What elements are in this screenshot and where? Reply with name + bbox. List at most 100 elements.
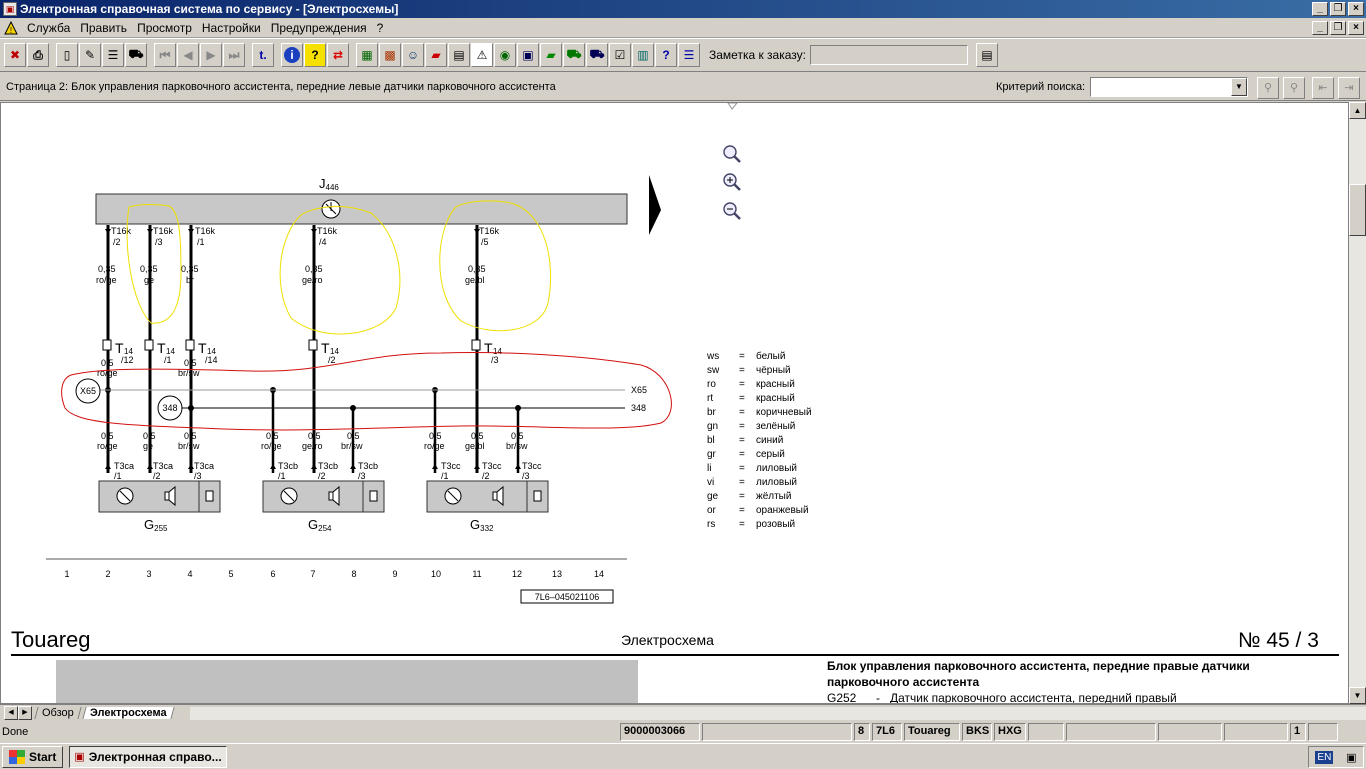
- first-page-icon[interactable]: ⏮: [154, 43, 176, 67]
- scroll-thumb[interactable]: [1349, 184, 1366, 236]
- tab-overview[interactable]: Обзор: [34, 706, 82, 719]
- wire-size: 0,35: [140, 264, 158, 274]
- grid-icon[interactable]: ▩: [379, 43, 401, 67]
- people-icon[interactable]: ☺: [402, 43, 424, 67]
- doc-minimize-button[interactable]: _: [1312, 21, 1328, 35]
- tab-wiring-diagram[interactable]: Электросхема: [82, 706, 174, 719]
- menu-settings[interactable]: Настройки: [197, 21, 266, 35]
- legend-row: rs = розовый: [707, 519, 795, 530]
- diagram-view[interactable]: J446 T16k /2 0,35 ro/ge T16k /3 0,35 ge …: [0, 102, 1349, 704]
- warning-icon[interactable]: ⚠: [471, 43, 493, 67]
- next-page-arrow-icon[interactable]: [649, 175, 661, 235]
- diagram-id: 7L6–045021106: [535, 592, 599, 602]
- next-page-icon[interactable]: ▶: [200, 43, 222, 67]
- svg-text:0,5: 0,5: [347, 431, 360, 441]
- document-icon[interactable]: ▤: [448, 43, 470, 67]
- svg-text:ge: ge: [143, 441, 153, 451]
- legend-name: серый: [756, 449, 785, 460]
- taskbar-app-item[interactable]: ▣ Электронная справо...: [69, 745, 228, 768]
- language-indicator[interactable]: EN: [1315, 750, 1334, 764]
- doc-restore-button[interactable]: ❐: [1330, 21, 1346, 35]
- checklist-icon[interactable]: ☑: [609, 43, 631, 67]
- zoom-out-icon[interactable]: [723, 202, 741, 220]
- legend-code: sw: [707, 365, 720, 376]
- zoom-icon[interactable]: [723, 145, 741, 163]
- svg-text:/1: /1: [114, 471, 122, 481]
- search-prev-icon[interactable]: ⚲: [1257, 77, 1279, 99]
- swap-icon[interactable]: ⇄: [327, 43, 349, 67]
- help-book-icon[interactable]: ?: [655, 43, 677, 67]
- tab-next-icon[interactable]: ▶: [18, 705, 32, 720]
- doc-close-button[interactable]: ×: [1348, 21, 1364, 35]
- globe-stripe-icon[interactable]: ☰: [678, 43, 700, 67]
- vertical-scrollbar[interactable]: ▲ ▼: [1349, 102, 1366, 704]
- order-note-button[interactable]: ▤: [975, 43, 998, 67]
- svg-text:T3ca: T3ca: [194, 461, 214, 471]
- legend-eq: =: [739, 505, 745, 516]
- svg-text:T: T: [198, 340, 207, 356]
- svg-text:T3ca: T3ca: [153, 461, 173, 471]
- menu-edit[interactable]: Править: [75, 21, 132, 35]
- exit-icon[interactable]: ✖: [4, 43, 26, 67]
- last-page-icon[interactable]: ⏭: [223, 43, 245, 67]
- svg-text:/12: /12: [121, 355, 134, 365]
- legend-code: bl: [707, 435, 715, 446]
- svg-text:/1: /1: [278, 471, 286, 481]
- start-button[interactable]: Start: [2, 745, 64, 768]
- horizontal-scrollbar[interactable]: [190, 707, 1366, 720]
- jump-back-icon[interactable]: t.: [252, 43, 274, 67]
- column-number: 10: [431, 569, 441, 579]
- order-note-input[interactable]: [809, 45, 968, 65]
- wire-color: ge/bl: [465, 275, 485, 285]
- books-icon[interactable]: ▥: [632, 43, 654, 67]
- car-icon[interactable]: ⛟: [125, 43, 147, 67]
- print-icon[interactable]: ⎙: [27, 43, 49, 67]
- menu-view[interactable]: Просмотр: [132, 21, 197, 35]
- globe-icon[interactable]: ◉: [494, 43, 516, 67]
- help-icon[interactable]: ?: [304, 43, 326, 67]
- resistor-icon: [205, 490, 214, 502]
- pin-arrow-icon: [270, 464, 276, 469]
- edit-doc-icon[interactable]: ✎: [79, 43, 101, 67]
- pin-arrow-icon: [350, 464, 356, 469]
- search-select[interactable]: ▼: [1090, 77, 1248, 97]
- new-doc-icon[interactable]: ▯: [56, 43, 78, 67]
- scroll-down-icon[interactable]: ▼: [1349, 687, 1366, 704]
- chevron-down-icon[interactable]: ▼: [1231, 78, 1247, 96]
- nav-forward-icon[interactable]: ⇥: [1338, 77, 1360, 99]
- menu-service[interactable]: Служба: [22, 21, 75, 35]
- menu-warnings[interactable]: Предупреждения: [266, 21, 372, 35]
- scroll-up-icon[interactable]: ▲: [1349, 102, 1366, 119]
- legend-eq: =: [739, 463, 745, 474]
- zoom-in-icon[interactable]: [723, 173, 741, 191]
- legend-name: розовый: [756, 519, 795, 530]
- prev-page-icon[interactable]: ◀: [177, 43, 199, 67]
- book-icon[interactable]: ▰: [425, 43, 447, 67]
- list-icon[interactable]: ☰: [102, 43, 124, 67]
- calc-icon[interactable]: ▦: [356, 43, 378, 67]
- tabs-row: ◀ ▶ Обзор Электросхема: [0, 704, 1366, 720]
- x65-node-label: X65: [80, 386, 96, 396]
- legend-row: br = коричневый: [707, 407, 812, 418]
- green-book-icon[interactable]: ▰: [540, 43, 562, 67]
- restore-button[interactable]: ❐: [1330, 2, 1346, 16]
- sensor-symbol-icon: [116, 487, 134, 505]
- car-small-icon[interactable]: ⛟: [563, 43, 585, 67]
- info-icon[interactable]: i: [281, 43, 303, 67]
- next-page-heading-1: Блок управления парковочного ассистента,…: [827, 659, 1250, 673]
- search-next-icon[interactable]: ⚲: [1283, 77, 1305, 99]
- menu-help[interactable]: ?: [372, 21, 389, 35]
- wire-color: ge: [144, 275, 154, 285]
- column-number: 14: [594, 569, 604, 579]
- legend-eq: =: [739, 393, 745, 404]
- nav-back-icon[interactable]: ⇤: [1312, 77, 1334, 99]
- sensor-symbol-icon: [280, 487, 298, 505]
- minimize-button[interactable]: _: [1312, 2, 1328, 16]
- car-info-icon[interactable]: ⛟: [586, 43, 608, 67]
- legend-eq: =: [739, 519, 745, 530]
- save-icon[interactable]: ▣: [517, 43, 539, 67]
- status-gearbox: HXG: [994, 723, 1026, 741]
- close-button[interactable]: ×: [1348, 2, 1364, 16]
- network-icon[interactable]: ▣: [1346, 751, 1356, 764]
- tab-prev-icon[interactable]: ◀: [4, 705, 18, 720]
